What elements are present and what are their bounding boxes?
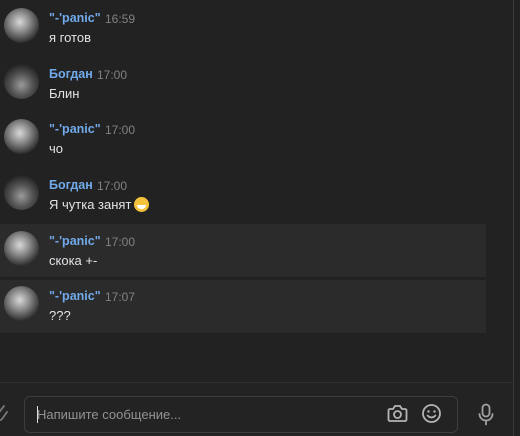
message-text: ??? bbox=[49, 308, 71, 323]
message-text: я готов bbox=[49, 30, 91, 45]
emoji-icon[interactable] bbox=[421, 403, 442, 424]
message-row[interactable]: "-'panic" 17:07 ??? bbox=[0, 280, 486, 333]
message-text: чо bbox=[49, 141, 64, 156]
author-name[interactable]: Богдан bbox=[49, 178, 93, 192]
message-time: 17:00 bbox=[97, 179, 128, 193]
message-row[interactable]: "-'panic" 17:00 чо bbox=[0, 119, 486, 172]
message-text: скока +- bbox=[49, 253, 98, 268]
message-row[interactable]: Богдан 17:00 Я чутка занят bbox=[0, 175, 486, 228]
message-text: Блин bbox=[49, 86, 80, 101]
message-time: 17:07 bbox=[105, 290, 136, 304]
message-time: 17:00 bbox=[105, 235, 136, 249]
grinning-face-icon bbox=[134, 197, 150, 212]
camera-icon[interactable] bbox=[387, 404, 408, 423]
author-name[interactable]: "-'panic" bbox=[49, 234, 101, 248]
message-input-placeholder: Напишите сообщение... bbox=[37, 407, 182, 422]
message-time: 17:00 bbox=[105, 123, 136, 137]
author-name[interactable]: Богдан bbox=[49, 67, 93, 81]
author-name[interactable]: "-'panic" bbox=[49, 122, 101, 136]
message-text: Я чутка занят bbox=[49, 197, 132, 212]
avatar[interactable] bbox=[4, 175, 39, 210]
message-time: 17:00 bbox=[97, 68, 128, 82]
scrollbar[interactable] bbox=[513, 0, 514, 436]
message-row[interactable]: Богдан 17:00 Блин bbox=[0, 64, 486, 117]
message-text-wrap: Я чутка занят bbox=[49, 197, 150, 212]
avatar[interactable] bbox=[4, 231, 39, 266]
attach-icon[interactable] bbox=[0, 403, 8, 423]
avatar[interactable] bbox=[4, 64, 39, 99]
message-row[interactable]: "-'panic" 17:00 скока +- bbox=[0, 224, 486, 277]
avatar[interactable] bbox=[4, 119, 39, 154]
avatar[interactable] bbox=[4, 8, 39, 43]
message-row[interactable]: "-'panic" 16:59 я готов bbox=[0, 8, 486, 61]
avatar[interactable] bbox=[4, 286, 39, 321]
author-name[interactable]: "-'panic" bbox=[49, 11, 101, 25]
microphone-icon[interactable] bbox=[477, 403, 495, 427]
message-time: 16:59 bbox=[105, 12, 136, 26]
author-name[interactable]: "-'panic" bbox=[49, 289, 101, 303]
